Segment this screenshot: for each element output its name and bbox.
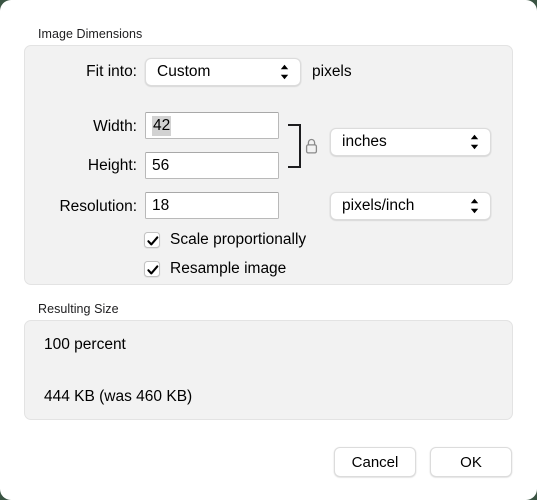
resulting-size-percent: 100 percent	[44, 336, 126, 353]
resample-image-label: Resample image	[170, 260, 287, 277]
width-input[interactable]: 42	[145, 112, 279, 139]
fit-into-suffix-pixels: pixels	[312, 63, 352, 80]
height-label: Height:	[87, 157, 137, 174]
resulting-size-section-label: Resulting Size	[38, 302, 119, 316]
resolution-label: Resolution:	[59, 198, 137, 215]
scale-proportionally-label: Scale proportionally	[170, 231, 307, 248]
scale-proportionally-checkbox[interactable]	[144, 232, 160, 248]
resolution-units-value: pixels/inch	[342, 197, 415, 214]
resample-image-checkbox[interactable]	[144, 261, 160, 277]
fit-into-dropdown[interactable]: Custom	[145, 58, 301, 86]
link-bracket	[288, 124, 301, 168]
resolution-units-dropdown[interactable]: pixels/inch	[330, 192, 491, 220]
height-value: 56	[152, 156, 170, 174]
image-dimensions-section-label: Image Dimensions	[38, 27, 143, 41]
chevron-updown-icon	[469, 198, 480, 215]
resolution-input[interactable]: 18	[145, 192, 279, 219]
width-label: Width:	[93, 118, 137, 135]
ok-button[interactable]: OK	[430, 447, 512, 477]
fit-into-label: Fit into:	[86, 63, 137, 80]
width-value: 42	[152, 115, 172, 136]
chevron-updown-icon	[279, 64, 290, 81]
scale-proportionally-row[interactable]: Scale proportionally	[144, 231, 306, 249]
units-dropdown[interactable]: inches	[330, 128, 491, 156]
resulting-size-bytes: 444 KB (was 460 KB)	[44, 388, 193, 405]
resolution-value: 18	[152, 196, 170, 214]
image-size-dialog: Image Dimensions Fit into: Custom pixels…	[0, 0, 537, 500]
cancel-button[interactable]: Cancel	[334, 447, 416, 477]
resample-image-row[interactable]: Resample image	[144, 260, 286, 278]
height-input[interactable]: 56	[145, 152, 279, 179]
lock-closed-icon	[305, 138, 318, 154]
chevron-updown-icon	[469, 134, 480, 151]
fit-into-value: Custom	[157, 63, 211, 80]
units-value: inches	[342, 133, 387, 150]
